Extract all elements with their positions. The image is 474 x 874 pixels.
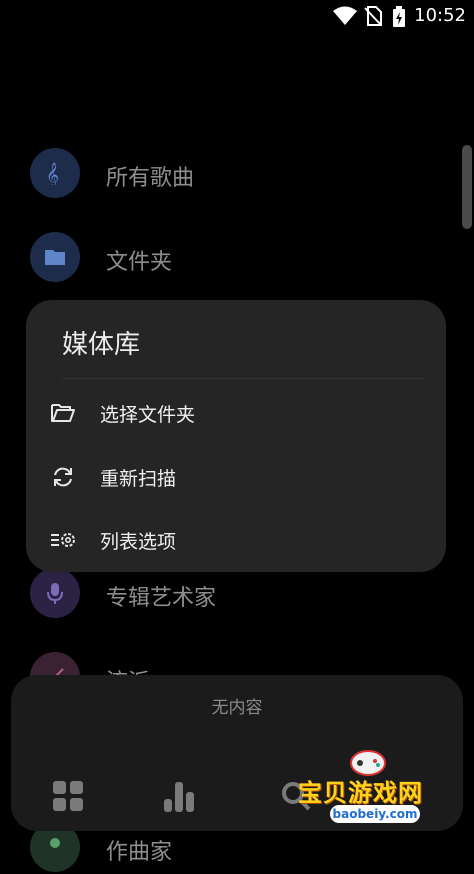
list-item-all-songs[interactable]: 𝄞 所有歌曲 xyxy=(30,148,330,200)
folder-icon xyxy=(45,250,65,265)
svg-text:𝄞: 𝄞 xyxy=(46,162,59,185)
list-item-folders[interactable]: 文件夹 xyxy=(30,232,330,284)
menu-item-label: 选择文件夹 xyxy=(100,404,196,426)
scrollbar-thumb[interactable] xyxy=(462,145,472,229)
menu-item-list-options[interactable]: 列表选项 xyxy=(26,510,446,570)
grid-icon xyxy=(53,781,83,811)
watermark-logo: 宝贝游戏网 baobeiy.com xyxy=(290,745,470,835)
wifi-icon xyxy=(333,6,357,25)
menu-item-select-folder[interactable]: 选择文件夹 xyxy=(26,383,446,443)
list-item-label: 专辑艺术家 xyxy=(106,586,217,611)
grid-nav-button[interactable] xyxy=(51,779,91,819)
list-item-label: 所有歌曲 xyxy=(106,166,195,191)
status-time: 10:52 xyxy=(414,5,466,26)
watermark-text: 宝贝游戏网 xyxy=(298,779,423,807)
all-songs-icon-circle: 𝄞 xyxy=(30,148,80,198)
menu-item-label: 列表选项 xyxy=(100,531,177,553)
list-item-label: 文件夹 xyxy=(106,250,173,275)
composer-icon xyxy=(50,838,60,848)
album-artists-icon-circle xyxy=(30,568,80,618)
menu-item-rescan[interactable]: 重新扫描 xyxy=(26,447,446,507)
empty-text: 无内容 xyxy=(211,698,263,718)
dialog-title: 媒体库 xyxy=(62,330,141,360)
media-library-dialog: 媒体库 选择文件夹 重新扫描 列表选项 xyxy=(26,300,446,572)
battery-charging-icon xyxy=(393,6,405,27)
bar-chart-icon xyxy=(164,782,194,812)
folders-icon-circle xyxy=(30,232,80,282)
menu-item-label: 重新扫描 xyxy=(100,468,177,490)
list-item-label: 作曲家 xyxy=(106,840,173,865)
list-settings-icon xyxy=(51,533,75,547)
stats-nav-button[interactable] xyxy=(161,779,201,819)
folder-open-icon xyxy=(51,404,75,422)
dialog-divider xyxy=(62,378,424,379)
treble-clef-icon: 𝄞 xyxy=(46,162,59,185)
status-bar: 10:52 xyxy=(0,0,474,34)
watermark-url: baobeiy.com xyxy=(330,805,420,823)
microphone-icon xyxy=(47,583,63,604)
list-item-album-artists[interactable]: 专辑艺术家 xyxy=(30,568,330,620)
refresh-icon xyxy=(54,467,72,487)
no-sim-icon xyxy=(364,6,382,26)
